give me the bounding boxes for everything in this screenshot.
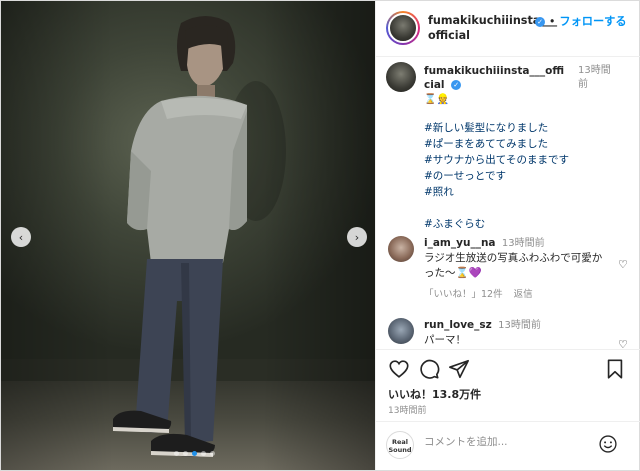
verified-badge-icon: ✓ — [451, 80, 462, 90]
caption-username-text[interactable]: fumakikuchiiinsta___official — [424, 65, 564, 91]
like-comment-heart-icon[interactable]: ♡ — [618, 258, 628, 271]
slide-dot — [183, 451, 188, 456]
like-heart-icon[interactable] — [388, 358, 410, 380]
commenter-username[interactable]: run_love_sz — [424, 319, 492, 331]
emoji-smiley-icon[interactable] — [598, 434, 618, 454]
add-comment-bar: Real Sound — [376, 421, 640, 470]
slide-dot — [192, 451, 197, 456]
hashtag-link[interactable]: #のーせっとです — [424, 168, 624, 184]
commenter-username[interactable]: i_am_yu__na — [424, 237, 496, 249]
author-avatar[interactable] — [386, 11, 420, 45]
person-figure — [113, 16, 286, 457]
chevron-left-icon: ‹ — [18, 230, 24, 244]
follow-button[interactable]: ✓ • フォローする — [532, 13, 627, 29]
slide-dot — [174, 451, 179, 456]
caption-username[interactable]: fumakikuchiiinsta___official ✓ — [424, 64, 570, 92]
comment-likes-link[interactable]: 「いいね！」12件 — [424, 289, 503, 300]
caption-avatar[interactable] — [386, 62, 416, 92]
follow-label[interactable]: フォローする — [559, 15, 626, 28]
likes-count[interactable]: いいね！13.8万件 — [388, 386, 481, 402]
separator: • — [548, 15, 556, 28]
caption-emoji: ⌛️👷 — [424, 94, 449, 105]
comment-meta: 「いいね！」12件 返信 — [424, 287, 610, 302]
real-sound-logo: Real Sound — [386, 431, 414, 459]
comment-text: ラジオ生放送の写真ふわふわで可愛かった〜⌛️💜 — [424, 252, 603, 279]
chevron-right-icon: › — [354, 230, 360, 244]
slide-dot — [201, 451, 206, 456]
instagram-post: ‹ › fumakikuchiiinsta___official ✓ • フォロ… — [0, 0, 640, 471]
post-header: fumakikuchiiinsta___official ✓ • フォローする — [376, 1, 640, 57]
slide-dot — [210, 451, 215, 456]
caption-timestamp: 13時間前 — [578, 65, 611, 90]
comment-bubble-icon[interactable] — [418, 358, 440, 380]
comment-timestamp: 13時間前 — [498, 320, 541, 331]
comment-body: run_love_sz 13時間前 パーマ！ — [424, 318, 610, 348]
verified-badge-icon: ✓ — [535, 17, 545, 27]
hashtag-link[interactable]: #ぱーまをあててみました — [424, 136, 624, 152]
post-timestamp: 13時間前 — [388, 406, 427, 416]
post-photo: ‹ › — [1, 1, 375, 470]
comment-body: i_am_yu__na 13時間前 ラジオ生放送の写真ふわふわで可愛かった〜⌛️… — [424, 236, 610, 302]
comment-input[interactable] — [424, 436, 584, 448]
previous-slide-button[interactable]: ‹ — [11, 227, 31, 247]
bookmark-icon[interactable] — [604, 358, 626, 380]
share-paper-plane-icon[interactable] — [448, 358, 470, 380]
post-sidebar: fumakikuchiiinsta___official ✓ • フォローする … — [375, 1, 640, 470]
next-slide-button[interactable]: › — [347, 227, 367, 247]
commenter-avatar[interactable] — [388, 318, 414, 344]
like-comment-heart-icon[interactable]: ♡ — [618, 338, 628, 348]
comment-text: パーマ！ — [424, 334, 466, 346]
hashtag-link[interactable]: #サウナから出てそのままです — [424, 152, 624, 168]
slide-indicator — [174, 451, 215, 456]
commenter-avatar[interactable] — [388, 236, 414, 262]
hashtag-link[interactable]: #照れ — [424, 184, 624, 200]
comment-timestamp: 13時間前 — [501, 238, 545, 249]
reply-button[interactable]: 返信 — [514, 289, 533, 300]
hashtag-link[interactable]: #新しい髪型になりました — [424, 120, 624, 136]
caption-text: #新しい髪型になりました #ぱーまをあててみました #サウナから出てそのままです… — [424, 120, 624, 232]
comments-scroll-area[interactable]: fumakikuchiiinsta___official ✓ 13時間前 ⌛️👷… — [376, 58, 640, 348]
hashtag-link[interactable]: #ふまぐらむ — [424, 216, 624, 232]
